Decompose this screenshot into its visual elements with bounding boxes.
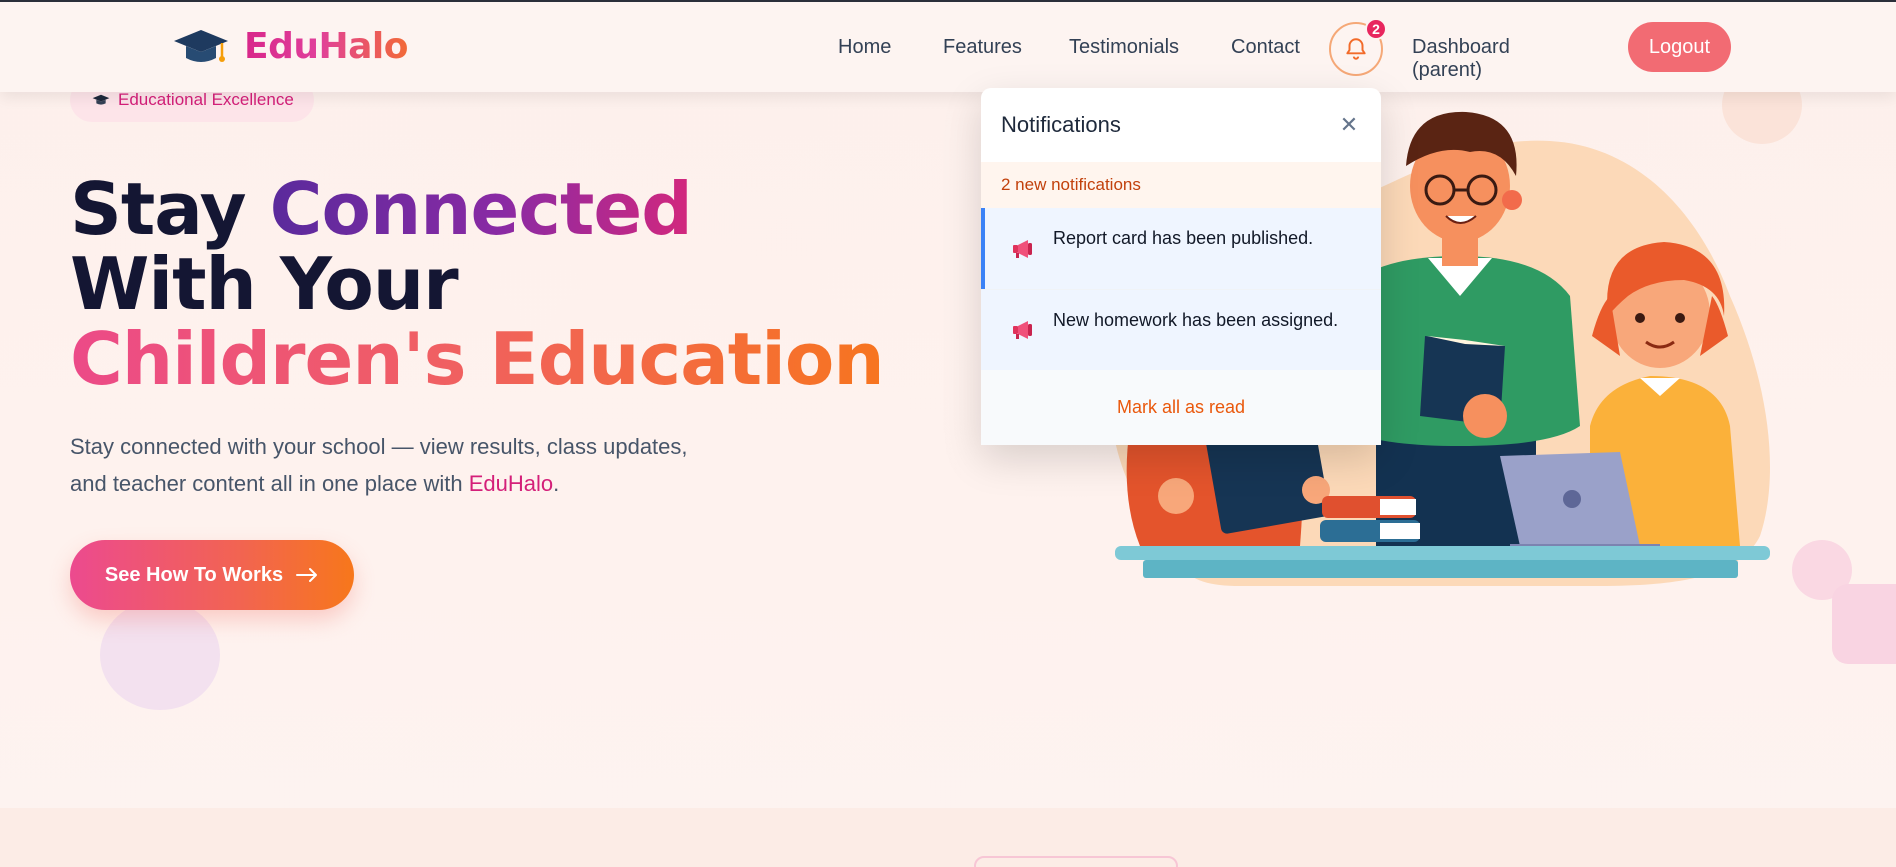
next-section-pill [974,856,1178,867]
decorative-square [1832,584,1896,664]
window-top-edge [0,0,1896,2]
logout-button[interactable]: Logout [1628,22,1731,72]
nav-link-features[interactable]: Features [943,36,1022,59]
brand-name: EduHalo [244,26,408,67]
notification-text: New homework has been assigned. [1053,309,1339,330]
notifications-title: Notifications [1001,112,1121,137]
notifications-footer: Mark all as read [981,370,1381,445]
megaphone-icon [1013,239,1032,258]
close-icon[interactable]: ✕ [1337,112,1361,138]
nav-link-contact[interactable]: Contact [1231,36,1300,59]
headline-line1-plain: Stay [70,167,247,251]
arrow-right-icon [296,568,318,582]
headline-line3: Children's Education [70,317,885,401]
notification-text: Report card has been published. [1053,228,1314,248]
notification-item[interactable]: New homework has been assigned. [981,289,1381,370]
hero-subtext-brand: EduHalo [468,471,554,496]
notifications-header: Notifications ✕ [981,88,1381,162]
headline-line2: With Your [70,242,459,326]
notification-count-badge: 2 [1365,18,1387,40]
graduation-cap-icon [92,94,110,105]
see-how-it-works-button[interactable]: See How To Works [70,540,354,610]
notifications-count: 2 new notifications [981,162,1381,208]
brand[interactable]: EduHalo [172,26,408,67]
cta-label: See How To Works [104,563,284,586]
decorative-circle [100,600,220,710]
next-section-band [0,808,1896,867]
hero-tag-label: Educational Excellence [118,90,294,109]
nav-link-testimonials[interactable]: Testimonials [1069,36,1179,59]
notification-item[interactable]: Report card has been published. [981,208,1381,289]
hero-subtext: Stay connected with your school — view r… [70,428,710,502]
nav-link-home[interactable]: Home [838,36,891,59]
bell-icon [1346,38,1366,60]
megaphone-icon [1013,321,1032,339]
hero-subtext-main: Stay connected with your school — view r… [70,434,688,496]
navbar: EduHalo Home Features Testimonials Conta… [0,2,1896,92]
nav-link-dashboard[interactable]: Dashboard (parent) [1412,36,1510,82]
hero-headline: Stay Connected With Your Children's Educ… [70,172,885,397]
mark-all-read-button[interactable]: Mark all as read [1117,397,1245,418]
hero-subtext-end: . [553,471,560,496]
headline-line1-accent: Connected [269,167,693,251]
notifications-panel: Notifications ✕ 2 new notifications Repo… [981,88,1381,445]
graduation-cap-icon [174,29,228,62]
